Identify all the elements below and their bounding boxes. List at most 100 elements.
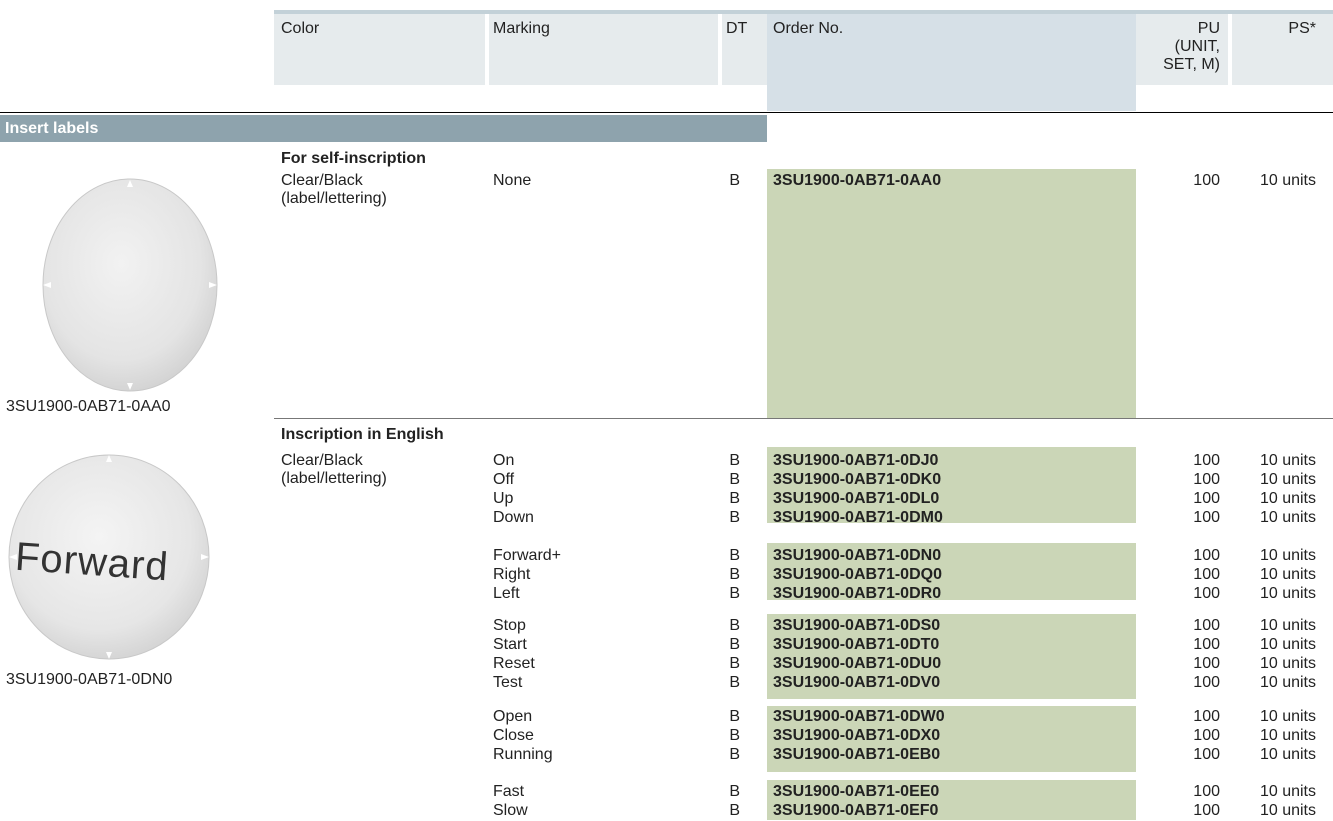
row-order-no: 3SU1900-0AB71-0DR0 [773, 585, 942, 602]
row-dt: B [729, 708, 740, 725]
row-pu: 100 [1193, 566, 1220, 583]
row-pu: 100 [1193, 783, 1220, 800]
row-dt: B [729, 547, 740, 564]
row-order-no: 3SU1900-0AB71-0DX0 [773, 727, 941, 744]
row-pu: 100 [1193, 490, 1220, 507]
header-rule [0, 112, 1333, 113]
row-dt: B [729, 490, 740, 507]
row-order-no: 3SU1900-0AB71-0DS0 [773, 617, 941, 634]
row-marking: Left [493, 585, 520, 602]
row-order-no: 3SU1900-0AB71-0DL0 [773, 490, 940, 507]
row-dt: B [729, 802, 740, 819]
row-marking: Stop [493, 617, 526, 634]
header-order-no: Order No. [773, 20, 844, 37]
self-marking: None [493, 172, 532, 189]
row-pu: 100 [1193, 727, 1220, 744]
row-marking: Forward+ [493, 547, 562, 564]
english-image-caption: 3SU1900-0AB71-0DN0 [6, 671, 173, 688]
self-inscription-color: Clear/Black (label/lettering) [281, 172, 387, 208]
color-line1: Clear/Black [281, 172, 363, 189]
row-marking: Start [493, 636, 527, 653]
row-dt: B [729, 452, 740, 469]
row-marking: Right [493, 566, 531, 583]
header-ps: PS* [1288, 20, 1316, 37]
row-order-no: 3SU1900-0AB71-0DN0 [773, 547, 942, 564]
row-marking: Up [493, 490, 514, 507]
row-pu: 100 [1193, 509, 1220, 526]
row-order-no: 3SU1900-0AB71-0DJ0 [773, 452, 939, 469]
english-heading: Inscription in English [281, 426, 444, 443]
row-ps: 10 units [1259, 547, 1316, 564]
header-col-gap-3 [1228, 14, 1232, 85]
row-dt: B [729, 674, 740, 691]
row-marking: Fast [493, 783, 525, 800]
row-pu: 100 [1193, 746, 1220, 763]
row-ps: 10 units [1259, 674, 1316, 691]
row-ps: 10 units [1259, 490, 1316, 507]
row-marking: Off [493, 471, 515, 488]
row-order-no: 3SU1900-0AB71-0DW0 [773, 708, 945, 725]
section-bar-insert-labels: Insert labels [0, 115, 767, 142]
row-ps: 10 units [1259, 636, 1316, 653]
row-ps: 10 units [1259, 727, 1316, 744]
row-marking: Running [493, 746, 553, 763]
row-ps: 10 units [1259, 585, 1316, 602]
row-order-no: 3SU1900-0AB71-0EB0 [773, 746, 941, 763]
row-order-no: 3SU1900-0AB71-0EF0 [773, 802, 939, 819]
row-dt: B [729, 783, 740, 800]
row-marking: On [493, 452, 515, 469]
header-pu-line1: PU [1197, 20, 1220, 37]
table-row: Open B 3SU1900-0AB71-0DW0 100 10 units [0, 708, 1333, 727]
row-order-no: 3SU1900-0AB71-0DU0 [773, 655, 942, 672]
forward-label-image: Forward [5, 452, 213, 662]
header-pu: PU (UNIT, SET, M) [1150, 20, 1220, 74]
row-pu: 100 [1193, 655, 1220, 672]
table-row: Test B 3SU1900-0AB71-0DV0 100 10 units [0, 674, 1333, 693]
blank-label-disc-icon [42, 178, 218, 392]
row-marking: Open [493, 708, 533, 725]
section-title: Insert labels [5, 120, 99, 137]
row-marking: Slow [493, 802, 528, 819]
row-dt: B [729, 471, 740, 488]
table-row: Fast B 3SU1900-0AB71-0EE0 100 10 units [0, 783, 1333, 802]
row-order-no: 3SU1900-0AB71-0EE0 [773, 783, 940, 800]
row-dt: B [729, 617, 740, 634]
row-dt: B [729, 509, 740, 526]
row-dt: B [729, 566, 740, 583]
row-marking: Down [493, 509, 534, 526]
row-ps: 10 units [1259, 708, 1316, 725]
row-pu: 100 [1193, 708, 1220, 725]
row-dt: B [729, 727, 740, 744]
row-marking: Close [493, 727, 534, 744]
row-pu: 100 [1193, 452, 1220, 469]
table-row: Close B 3SU1900-0AB71-0DX0 100 10 units [0, 727, 1333, 746]
row-ps: 10 units [1259, 452, 1316, 469]
header-marking: Marking [493, 20, 550, 37]
self-ps: 10 units [1259, 172, 1316, 189]
color-line2: (label/lettering) [281, 190, 387, 207]
row-ps: 10 units [1259, 655, 1316, 672]
header-col-gap-1 [485, 14, 489, 85]
row-marking: Reset [493, 655, 535, 672]
row-ps: 10 units [1259, 617, 1316, 634]
row-ps: 10 units [1259, 746, 1316, 763]
row-ps: 10 units [1259, 802, 1316, 819]
row-marking: Test [493, 674, 523, 691]
header-col-gap-2 [718, 14, 722, 85]
row-pu: 100 [1193, 547, 1220, 564]
header-color: Color [281, 20, 320, 37]
row-ps: 10 units [1259, 783, 1316, 800]
row-ps: 10 units [1259, 566, 1316, 583]
row-order-no: 3SU1900-0AB71-0DT0 [773, 636, 940, 653]
self-inscription-heading: For self-inscription [281, 150, 426, 167]
self-image-caption: 3SU1900-0AB71-0AA0 [6, 398, 171, 415]
self-pu: 100 [1193, 172, 1220, 189]
row-pu: 100 [1193, 585, 1220, 602]
self-dt: B [729, 172, 740, 189]
order-cell-self [767, 169, 1136, 418]
table-row: Running B 3SU1900-0AB71-0EB0 100 10 units [0, 746, 1333, 765]
header-pu-line3: SET, M) [1163, 56, 1220, 73]
row-ps: 10 units [1259, 509, 1316, 526]
row-dt: B [729, 585, 740, 602]
header-dt: DT [726, 20, 748, 37]
